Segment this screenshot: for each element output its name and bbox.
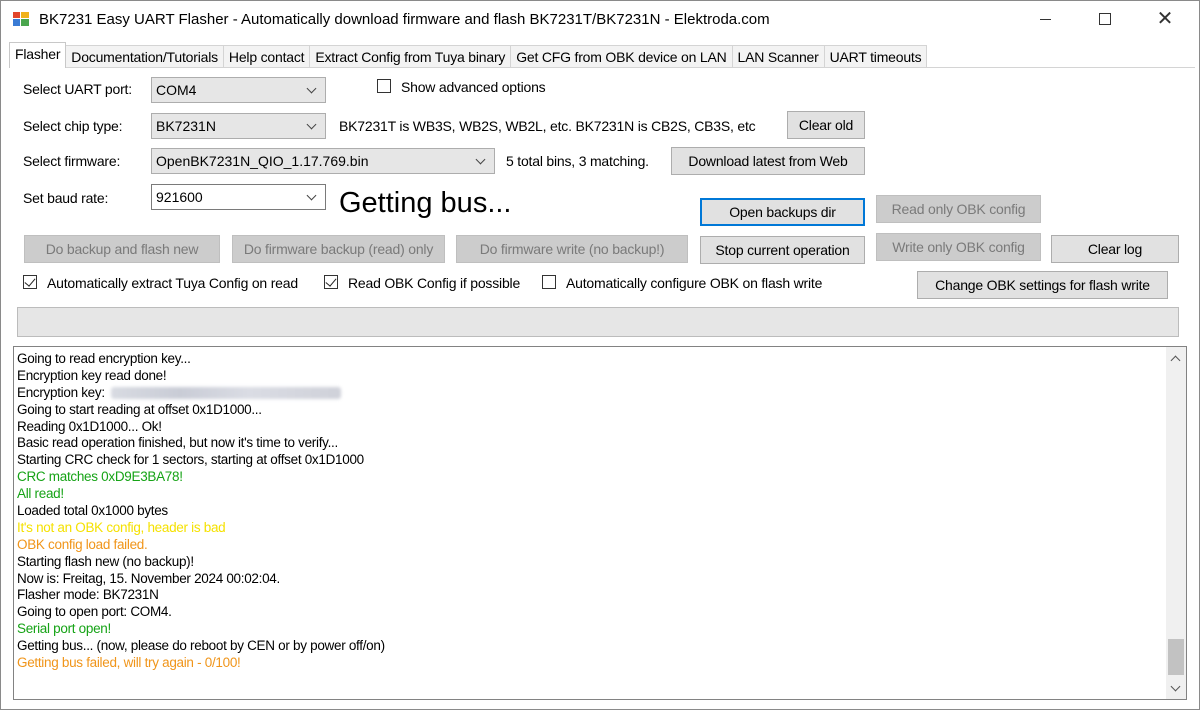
tab-flasher[interactable]: Flasher [9, 42, 67, 68]
log-line: CRC matches 0xD9E3BA78! [17, 469, 183, 485]
maximize-button[interactable] [1077, 1, 1133, 37]
firmware-label: Select firmware: [23, 153, 121, 169]
log-line: Getting bus failed, will try again - 0/1… [17, 655, 241, 671]
backup-and-flash-button[interactable]: Do backup and flash new [24, 235, 220, 263]
baud-rate-combo[interactable]: 921600 [151, 184, 326, 210]
log-line: It's not an OBK config, header is bad [17, 519, 226, 535]
clear-log-button[interactable]: Clear log [1051, 235, 1179, 263]
firmware-backup-button[interactable]: Do firmware backup (read) only [232, 235, 445, 263]
uart-port-select[interactable]: COM4 [151, 77, 326, 103]
log-line: Starting flash new (no backup)! [17, 553, 194, 569]
log-line: Serial port open! [17, 621, 111, 637]
log-lines: Going to read encryption key... Encryptio… [17, 351, 1162, 672]
stop-operation-button[interactable]: Stop current operation [700, 236, 865, 264]
log-scrollbar[interactable] [1166, 347, 1186, 699]
chevron-down-icon [474, 149, 488, 173]
download-latest-button[interactable]: Download latest from Web [671, 147, 865, 175]
tab-extract-config[interactable]: Extract Config from Tuya binary [309, 45, 512, 68]
minimize-button[interactable] [1017, 1, 1073, 37]
chevron-down-icon [305, 185, 319, 209]
log-line: Now is: Freitag, 15. November 2024 00:02… [17, 570, 280, 586]
uart-port-label: Select UART port: [23, 81, 132, 97]
maximize-icon [1099, 13, 1111, 25]
chip-type-label: Select chip type: [23, 118, 123, 134]
chevron-down-icon [305, 114, 319, 138]
read-only-obk-button[interactable]: Read only OBK config [876, 195, 1041, 223]
auto-extract-checkbox[interactable] [23, 275, 37, 289]
progress-bar [17, 307, 1179, 337]
auto-configure-label: Automatically configure OBK on flash wri… [566, 275, 823, 291]
baud-rate-value: 921600 [156, 189, 203, 205]
log-line: Encryption key: [17, 385, 1162, 402]
title-bar: BK7231 Easy UART Flasher - Automatically… [1, 1, 1199, 39]
auto-configure-checkbox[interactable] [542, 275, 556, 289]
chip-info-text: BK7231T is WB3S, WB2S, WB2L, etc. BK7231… [339, 118, 756, 134]
redacted-key [110, 387, 341, 400]
log-line: All read! [17, 486, 64, 502]
log-line: Encryption key read done! [17, 367, 167, 383]
tab-panel-border [9, 67, 1195, 68]
app-logo-icon [13, 12, 29, 26]
chip-type-select[interactable]: BK7231N [151, 113, 326, 139]
change-obk-settings-button[interactable]: Change OBK settings for flash write [917, 271, 1168, 299]
open-backups-button[interactable]: Open backups dir [700, 198, 865, 226]
tab-get-cfg-lan[interactable]: Get CFG from OBK device on LAN [510, 45, 733, 68]
show-advanced-label: Show advanced options [401, 79, 546, 95]
log-line: Loaded total 0x1000 bytes [17, 503, 168, 519]
log-line: OBK config load failed. [17, 536, 148, 552]
log-line: Basic read operation finished, but now i… [17, 435, 338, 451]
firmware-write-button[interactable]: Do firmware write (no backup!) [456, 235, 688, 263]
show-advanced-checkbox[interactable] [377, 79, 391, 93]
tab-documentation[interactable]: Documentation/Tutorials [65, 45, 224, 68]
scroll-up-icon[interactable] [1166, 349, 1186, 367]
clear-old-button[interactable]: Clear old [787, 111, 865, 139]
tab-uart-timeouts[interactable]: UART timeouts [823, 45, 928, 68]
log-line: Flasher mode: BK7231N [17, 587, 159, 603]
firmware-value: OpenBK7231N_QIO_1.17.769.bin [156, 153, 369, 169]
log-line: Going to start reading at offset 0x1D100… [17, 401, 262, 417]
status-text: Getting bus... [339, 187, 512, 219]
close-button[interactable]: ✕ [1137, 1, 1193, 37]
scrollbar-thumb[interactable] [1168, 639, 1184, 675]
window-title: BK7231 Easy UART Flasher - Automatically… [39, 11, 770, 28]
bins-info-text: 5 total bins, 3 matching. [506, 153, 649, 169]
tab-help-contact[interactable]: Help contact [222, 45, 311, 68]
minimize-icon [1039, 18, 1051, 20]
log-line: Getting bus... (now, please do reboot by… [17, 638, 385, 654]
chip-type-value: BK7231N [156, 118, 216, 134]
baud-rate-label: Set baud rate: [23, 190, 109, 206]
tab-lan-scanner[interactable]: LAN Scanner [731, 45, 825, 68]
auto-extract-label: Automatically extract Tuya Config on rea… [47, 275, 298, 291]
tab-strip: Flasher Documentation/Tutorials Help con… [9, 42, 928, 68]
uart-port-value: COM4 [156, 82, 197, 98]
log-line: Starting CRC check for 1 sectors, starti… [17, 452, 364, 468]
read-obk-checkbox[interactable] [324, 275, 338, 289]
app-window: BK7231 Easy UART Flasher - Automatically… [0, 0, 1200, 710]
log-line: Going to read encryption key... [17, 351, 191, 366]
log-line: Reading 0x1D1000... Ok! [17, 418, 162, 434]
firmware-select[interactable]: OpenBK7231N_QIO_1.17.769.bin [151, 148, 495, 174]
read-obk-label: Read OBK Config if possible [348, 275, 521, 291]
chevron-down-icon [305, 78, 319, 102]
log-line: Going to open port: COM4. [17, 604, 172, 620]
scroll-down-icon[interactable] [1166, 679, 1186, 697]
close-icon: ✕ [1156, 8, 1174, 30]
write-only-obk-button[interactable]: Write only OBK config [876, 233, 1041, 261]
log-output[interactable]: Going to read encryption key... Encryptio… [13, 346, 1187, 700]
